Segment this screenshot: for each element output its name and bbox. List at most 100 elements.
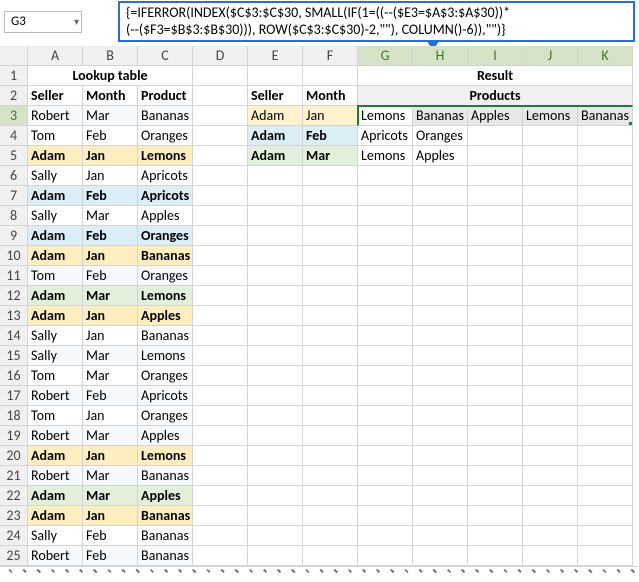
lookup-month-23[interactable]: Jan <box>83 506 138 526</box>
lookup-seller-15[interactable]: Sally <box>28 346 83 366</box>
lookup-product-14[interactable]: Bananas <box>138 326 193 346</box>
cell-G8[interactable] <box>358 206 413 226</box>
cell-H8[interactable] <box>413 206 468 226</box>
result-title[interactable]: Result <box>358 66 633 86</box>
lookup-seller-10[interactable]: Adam <box>28 246 83 266</box>
cell-F16[interactable] <box>303 366 358 386</box>
lookup-month-8[interactable]: Mar <box>83 206 138 226</box>
lookup-seller-3[interactable]: Robert <box>28 106 83 126</box>
cell-E11[interactable] <box>248 266 303 286</box>
result-product-I4[interactable] <box>468 126 523 146</box>
cell-D5[interactable] <box>193 146 248 166</box>
result-product-H4[interactable]: Oranges <box>413 126 468 146</box>
cell-E18[interactable] <box>248 406 303 426</box>
col-header-K[interactable]: K <box>578 46 633 66</box>
lookup-product-5[interactable]: Lemons <box>138 146 193 166</box>
cell-D25[interactable] <box>193 546 248 566</box>
cell-G17[interactable] <box>358 386 413 406</box>
lookup-product-9[interactable]: Oranges <box>138 226 193 246</box>
col-header-D[interactable]: D <box>193 46 248 66</box>
lookup-month-11[interactable]: Feb <box>83 266 138 286</box>
cell-K17[interactable] <box>578 386 633 406</box>
lookup-product-22[interactable]: Apples <box>138 486 193 506</box>
cell-G16[interactable] <box>358 366 413 386</box>
cell-G11[interactable] <box>358 266 413 286</box>
cell-D3[interactable] <box>193 106 248 126</box>
cell-F7[interactable] <box>303 186 358 206</box>
cell-H14[interactable] <box>413 326 468 346</box>
cell-K21[interactable] <box>578 466 633 486</box>
cell-I25[interactable] <box>468 546 523 566</box>
lookup-product-15[interactable]: Lemons <box>138 346 193 366</box>
cell-K16[interactable] <box>578 366 633 386</box>
cell-I23[interactable] <box>468 506 523 526</box>
lookup-seller-19[interactable]: Robert <box>28 426 83 446</box>
cell-J7[interactable] <box>523 186 578 206</box>
col-header-G[interactable]: G <box>358 46 413 66</box>
result-month-4[interactable]: Feb <box>303 126 358 146</box>
cell-D23[interactable] <box>193 506 248 526</box>
cell-G19[interactable] <box>358 426 413 446</box>
lookup-seller-5[interactable]: Adam <box>28 146 83 166</box>
col-header-I[interactable]: I <box>468 46 523 66</box>
cell-E8[interactable] <box>248 206 303 226</box>
cell-H19[interactable] <box>413 426 468 446</box>
cell-G21[interactable] <box>358 466 413 486</box>
cell-F13[interactable] <box>303 306 358 326</box>
cell-H24[interactable] <box>413 526 468 546</box>
lookup-month-15[interactable]: Mar <box>83 346 138 366</box>
cell-D22[interactable] <box>193 486 248 506</box>
lookup-seller-6[interactable]: Sally <box>28 166 83 186</box>
row-header-4[interactable]: 4 <box>0 126 28 146</box>
lookup-month-12[interactable]: Mar <box>83 286 138 306</box>
row-header-16[interactable]: 16 <box>0 366 28 386</box>
cell-J19[interactable] <box>523 426 578 446</box>
cell-H17[interactable] <box>413 386 468 406</box>
cell-E20[interactable] <box>248 446 303 466</box>
products-header[interactable]: Products <box>358 86 633 106</box>
row-header-9[interactable]: 9 <box>0 226 28 246</box>
cell-E13[interactable] <box>248 306 303 326</box>
cell-G22[interactable] <box>358 486 413 506</box>
cell-F25[interactable] <box>303 546 358 566</box>
lookup-month-16[interactable]: Mar <box>83 366 138 386</box>
row-header-14[interactable]: 14 <box>0 326 28 346</box>
cell-E21[interactable] <box>248 466 303 486</box>
cell-D19[interactable] <box>193 426 248 446</box>
lookup-product-24[interactable]: Bananas <box>138 526 193 546</box>
result-month-5[interactable]: Mar <box>303 146 358 166</box>
lookup-product-23[interactable]: Bananas <box>138 506 193 526</box>
lookup-product-6[interactable]: Apricots <box>138 166 193 186</box>
lookup-seller-17[interactable]: Robert <box>28 386 83 406</box>
cell-E24[interactable] <box>248 526 303 546</box>
row-header-10[interactable]: 10 <box>0 246 28 266</box>
lookup-product-8[interactable]: Apples <box>138 206 193 226</box>
cell-G9[interactable] <box>358 226 413 246</box>
lookup-product-3[interactable]: Bananas <box>138 106 193 126</box>
cell-J25[interactable] <box>523 546 578 566</box>
chevron-down-icon[interactable]: ▾ <box>74 15 79 28</box>
cell-J8[interactable] <box>523 206 578 226</box>
lookup-product-20[interactable]: Lemons <box>138 446 193 466</box>
cell-E10[interactable] <box>248 246 303 266</box>
cell-I10[interactable] <box>468 246 523 266</box>
cell-H23[interactable] <box>413 506 468 526</box>
cell-D6[interactable] <box>193 166 248 186</box>
cell-H12[interactable] <box>413 286 468 306</box>
lookup-seller-25[interactable]: Robert <box>28 546 83 566</box>
cell-G20[interactable] <box>358 446 413 466</box>
lookup-month-19[interactable]: Mar <box>83 426 138 446</box>
cell-H15[interactable] <box>413 346 468 366</box>
lookup-month-20[interactable]: Jan <box>83 446 138 466</box>
cell-I21[interactable] <box>468 466 523 486</box>
lookup-seller-20[interactable]: Adam <box>28 446 83 466</box>
lookup-month-9[interactable]: Feb <box>83 226 138 246</box>
cell-D20[interactable] <box>193 446 248 466</box>
cell-H6[interactable] <box>413 166 468 186</box>
lookup-product-16[interactable]: Oranges <box>138 366 193 386</box>
result-product-K4[interactable] <box>578 126 633 146</box>
cell-J24[interactable] <box>523 526 578 546</box>
cell-K8[interactable] <box>578 206 633 226</box>
cell-K7[interactable] <box>578 186 633 206</box>
lookup-month-4[interactable]: Feb <box>83 126 138 146</box>
